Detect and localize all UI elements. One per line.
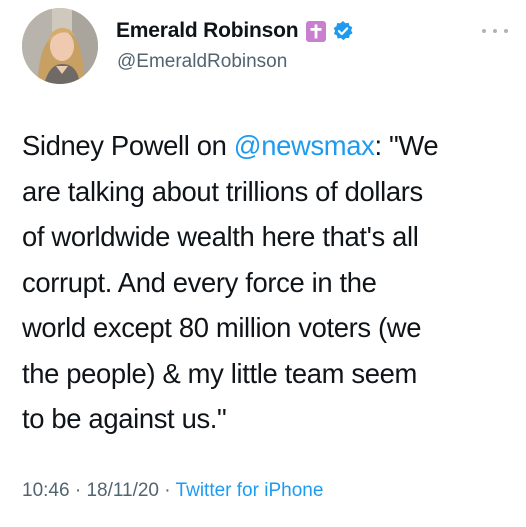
cross-badge-icon bbox=[306, 20, 327, 42]
tweet-line: are talking about trillions of dollars bbox=[22, 175, 423, 207]
author-handle[interactable]: @EmeraldRobinson bbox=[117, 51, 287, 73]
tweet-time[interactable]: 10:46 bbox=[22, 480, 70, 501]
dot-icon bbox=[504, 29, 508, 33]
tweet-line: corrupt. And every force in the bbox=[22, 266, 377, 298]
author-name-row[interactable]: Emerald Robinson bbox=[116, 16, 354, 46]
tweet-source-link[interactable]: Twitter for iPhone bbox=[176, 480, 324, 501]
profile-photo bbox=[22, 8, 98, 84]
tweet-date[interactable]: 18/11/20 bbox=[86, 480, 159, 501]
tweet-line: world except 80 million voters (we bbox=[22, 312, 422, 343]
tweet-line: the people) & my little team seem bbox=[22, 357, 417, 389]
mention-link[interactable]: @newsmax bbox=[234, 130, 375, 161]
tweet-meta: 10:46 · 18/11/20 · Twitter for iPhone bbox=[22, 480, 323, 502]
meta-separator: · bbox=[69, 480, 87, 501]
dot-icon bbox=[493, 29, 497, 33]
tweet-text-segment: : "We bbox=[374, 130, 439, 161]
tweet-line: Sidney Powell on @newsmax: "We bbox=[22, 123, 518, 169]
tweet-text: Sidney Powell on @newsmax: "We are talki… bbox=[22, 123, 518, 442]
avatar[interactable] bbox=[22, 8, 98, 84]
tweet-line: to be against us." bbox=[22, 403, 227, 434]
tweet-text-segment: Sidney Powell on bbox=[22, 130, 234, 161]
display-name[interactable]: Emerald Robinson bbox=[116, 19, 299, 43]
meta-separator: · bbox=[159, 480, 176, 501]
dot-icon bbox=[482, 29, 486, 33]
verified-badge-icon bbox=[332, 20, 354, 42]
more-options-icon[interactable] bbox=[482, 26, 508, 36]
tweet-card: Emerald Robinson @EmeraldRobinson Sidney… bbox=[0, 0, 526, 527]
tweet-line: of worldwide wealth here that's all bbox=[22, 221, 419, 252]
